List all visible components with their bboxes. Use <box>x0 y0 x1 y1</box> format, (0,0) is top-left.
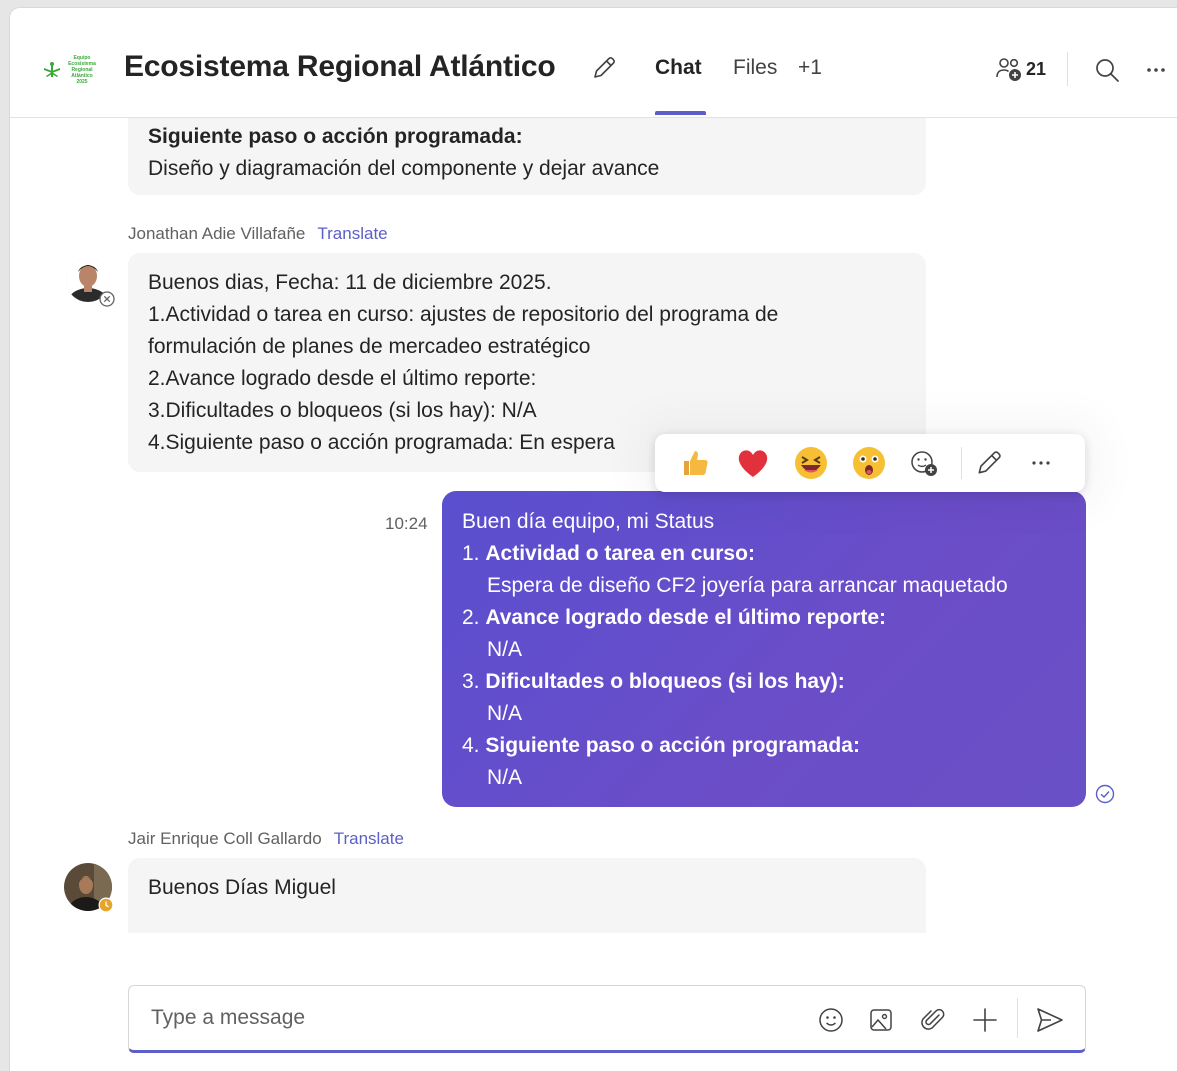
plus-icon <box>973 1008 997 1032</box>
sender-name: Jonathan Adie Villafañe <box>128 224 306 243</box>
heart-icon <box>738 450 768 477</box>
away-status-icon <box>98 897 114 913</box>
participants-count: 21 <box>1026 58 1047 79</box>
message-line: 3.Dificultades o bloqueos (si los hay): … <box>148 399 537 422</box>
emoji-icon <box>819 1008 843 1032</box>
chat-bottom-mask <box>10 933 1177 973</box>
message-line: Buenos Días Miguel <box>148 876 336 899</box>
message-bubble[interactable]: Buenos Días Miguel <box>128 858 926 938</box>
translate-link[interactable]: Translate <box>317 224 387 243</box>
thumbs-up-icon <box>684 451 708 475</box>
own-message-bubble[interactable]: Buen día equipo, mi Status 1. Actividad … <box>442 491 1086 807</box>
status-item-label: 1. Actividad o tarea en curso: <box>462 542 755 565</box>
message-line: Diseño y diagramación del componente y d… <box>148 157 660 180</box>
search-button[interactable] <box>1093 56 1121 84</box>
surprised-reaction[interactable] <box>851 445 887 481</box>
message-more-options-button[interactable] <box>1026 448 1056 478</box>
pencil-icon <box>978 451 1001 474</box>
status-item-label: 4. Siguiente paso o acción programada: <box>462 734 860 757</box>
message-timestamp: 10:24 <box>385 514 428 533</box>
message-composer[interactable]: Type a message <box>128 985 1086 1053</box>
avatar[interactable] <box>66 258 115 307</box>
participants-button[interactable]: 21 <box>995 55 1046 83</box>
pencil-icon <box>594 57 615 78</box>
tab-more[interactable]: +1 <box>798 56 822 80</box>
reaction-bar-divider <box>961 447 962 479</box>
status-item-label: 2. Avance logrado desde el último report… <box>462 606 886 629</box>
message-line: Siguiente paso o acción programada: <box>148 125 523 148</box>
edit-title-button[interactable] <box>590 54 618 82</box>
teams-window: Equipo Ecosistema Regional Atlántico 202… <box>10 8 1177 1071</box>
team-logo-text: Equipo Ecosistema Regional Atlántico 202… <box>68 55 96 85</box>
status-item-value: N/A <box>487 766 523 789</box>
sender-name: Jair Enrique Coll Gallardo <box>128 829 322 848</box>
team-logo[interactable]: Equipo Ecosistema Regional Atlántico 202… <box>42 46 102 94</box>
people-add-icon <box>996 58 1021 81</box>
reaction-bar <box>655 434 1085 492</box>
more-options-button[interactable] <box>1143 56 1171 84</box>
message-list[interactable]: Siguiente paso o acción programada: Dise… <box>10 118 1177 938</box>
message-line: Buenos dias, Fecha: 11 de diciembre 2025… <box>148 271 552 294</box>
paperclip-icon <box>921 1008 945 1030</box>
translate-link[interactable]: Translate <box>334 829 404 848</box>
read-receipt-icon <box>1095 784 1115 804</box>
avatar[interactable] <box>64 863 114 913</box>
sticker-button[interactable] <box>867 1006 895 1034</box>
more-horizontal-icon <box>1147 68 1165 72</box>
search-icon <box>1096 59 1119 82</box>
surprised-icon <box>853 447 885 479</box>
composer-divider <box>1017 998 1018 1038</box>
send-icon <box>1037 1008 1063 1032</box>
message-header: Jair Enrique Coll Gallardo Translate <box>128 829 404 849</box>
more-horizontal-icon <box>1032 461 1050 465</box>
message-header: Jonathan Adie Villafañe Translate <box>128 224 388 244</box>
tab-files[interactable]: Files <box>733 56 777 80</box>
add-emoji-icon <box>911 451 937 476</box>
laugh-reaction[interactable] <box>793 445 829 481</box>
message-line: formulación de planes de mercadeo estrat… <box>148 335 591 358</box>
message-line: Buen día equipo, mi Status <box>462 510 715 533</box>
chat-title: Ecosistema Regional Atlántico <box>124 50 556 83</box>
status-item-value: Espera de diseño CF2 joyería para arranc… <box>487 574 1008 597</box>
message-line: 1.Actividad o tarea en curso: ajustes de… <box>148 303 779 326</box>
thumbs-up-reaction[interactable] <box>677 445 713 481</box>
heart-reaction[interactable] <box>735 445 771 481</box>
status-item-label: 3. Dificultades o bloqueos (si los hay): <box>462 670 845 693</box>
image-icon <box>870 1009 892 1031</box>
tab-chat[interactable]: Chat <box>655 56 702 80</box>
chat-header: Equipo Ecosistema Regional Atlántico 202… <box>10 8 1177 118</box>
offline-status-icon <box>99 291 115 307</box>
message-input[interactable]: Type a message <box>151 1006 305 1030</box>
message-bubble[interactable]: Siguiente paso o acción programada: Dise… <box>128 118 926 195</box>
message-line: 2.Avance logrado desde el último reporte… <box>148 367 537 390</box>
add-reaction-button[interactable] <box>909 448 939 478</box>
header-divider <box>1067 52 1068 86</box>
send-button[interactable] <box>1035 1006 1063 1034</box>
more-actions-button[interactable] <box>971 1006 999 1034</box>
status-item-value: N/A <box>487 638 523 661</box>
sena-logo-icon <box>44 62 60 77</box>
emoji-button[interactable] <box>817 1006 845 1034</box>
active-tab-indicator <box>655 111 706 115</box>
status-item-value: N/A <box>487 702 523 725</box>
edit-message-button[interactable] <box>974 448 1004 478</box>
attach-button[interactable] <box>919 1006 947 1034</box>
laughing-icon <box>795 447 827 479</box>
